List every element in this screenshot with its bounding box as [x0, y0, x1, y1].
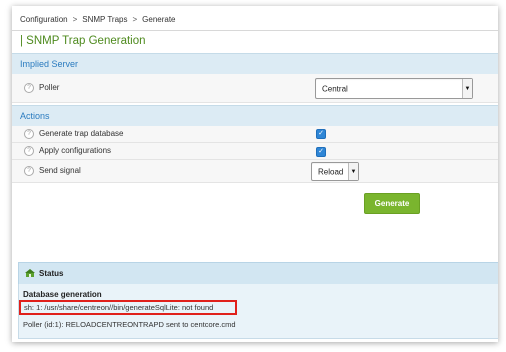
- send-signal-select-value: Reload: [318, 167, 344, 176]
- help-icon[interactable]: ?: [24, 146, 34, 156]
- status-heading: Status: [39, 269, 64, 278]
- main-panel: Configuration > SNMP Traps > Generate | SNMP…: [12, 6, 498, 342]
- chevron-down-icon: ▼: [462, 79, 472, 98]
- poller-message: Poller (id:1): RELOADCENTREONTRAPD sent …: [23, 320, 236, 329]
- status-body: Database generation sh: 1: /usr/share/ce…: [18, 284, 498, 339]
- help-icon[interactable]: ?: [24, 83, 34, 93]
- page-title: | SNMP Trap Generation: [20, 35, 146, 47]
- apply-configurations-checkbox[interactable]: ✓: [316, 147, 326, 157]
- breadcrumb-snmp-traps[interactable]: SNMP Traps: [82, 15, 127, 24]
- send-signal-select[interactable]: Reload ▼: [311, 162, 359, 181]
- send-signal-label: Send signal: [39, 166, 81, 175]
- apply-configurations-label: Apply configurations: [39, 146, 112, 155]
- breadcrumb-configuration[interactable]: Configuration: [20, 15, 68, 24]
- poller-select[interactable]: Central ▼: [315, 78, 473, 99]
- actions-header: Actions: [12, 105, 498, 127]
- breadcrumb-separator: >: [72, 15, 78, 24]
- error-highlight-box: sh: 1: /usr/share/centreon//bin/generate…: [19, 300, 237, 315]
- chevron-down-icon: ▼: [348, 163, 358, 180]
- help-icon[interactable]: ?: [24, 166, 34, 176]
- generate-trap-db-checkbox[interactable]: ✓: [316, 129, 326, 139]
- generate-trap-db-label: Generate trap database: [39, 129, 124, 138]
- implied-server-heading: Implied Server: [20, 59, 79, 69]
- send-signal-row: ? Send signal Reload ▼: [12, 160, 498, 183]
- help-icon[interactable]: ?: [24, 129, 34, 139]
- database-generation-label: Database generation: [23, 290, 102, 299]
- generate-trap-db-row: ? Generate trap database ✓: [12, 126, 498, 143]
- apply-configurations-row: ? Apply configurations ✓: [12, 143, 498, 160]
- implied-server-header: Implied Server: [12, 53, 498, 75]
- status-header: Status: [18, 262, 498, 285]
- breadcrumb-generate[interactable]: Generate: [142, 15, 175, 24]
- poller-select-value: Central: [322, 84, 348, 93]
- generate-button[interactable]: Generate: [364, 193, 420, 214]
- page-title-bar: | SNMP Trap Generation: [12, 30, 498, 54]
- status-icon: [25, 269, 35, 277]
- breadcrumb: Configuration > SNMP Traps > Generate: [20, 15, 176, 24]
- poller-row: ? Poller Central ▼: [12, 74, 498, 103]
- error-message: sh: 1: /usr/share/centreon//bin/generate…: [24, 303, 214, 312]
- breadcrumb-separator: >: [132, 15, 138, 24]
- actions-heading: Actions: [20, 111, 50, 121]
- poller-label: Poller: [39, 83, 60, 92]
